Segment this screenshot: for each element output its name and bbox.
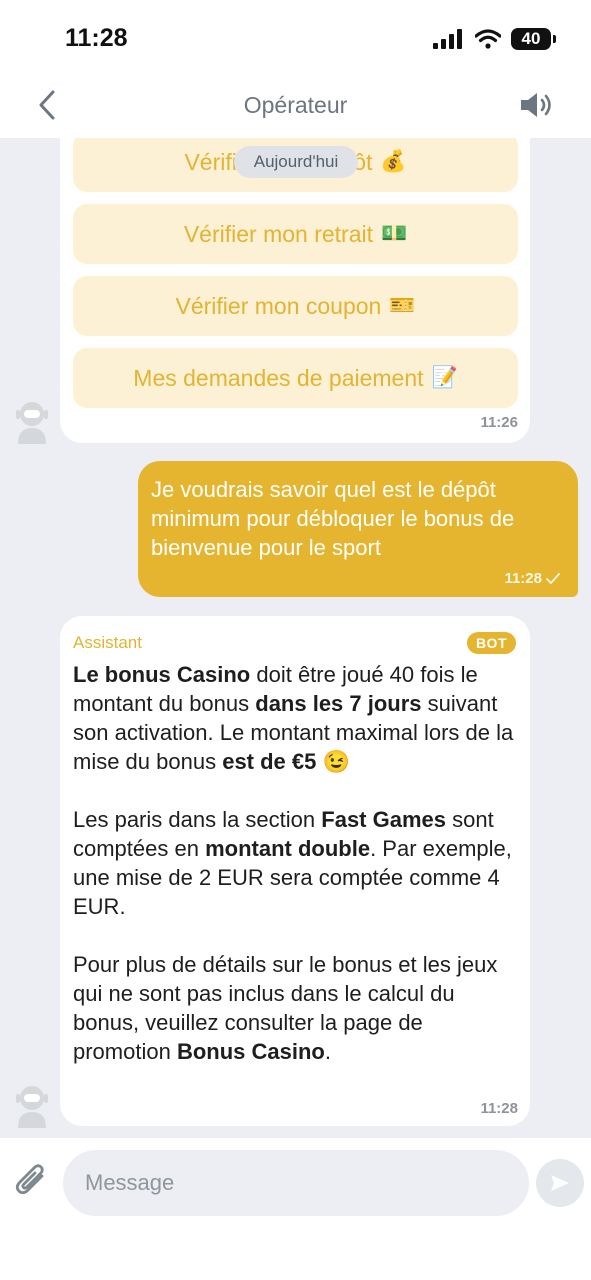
status-bar: 11:28 40 <box>0 0 591 80</box>
send-icon <box>551 1175 569 1191</box>
bot-badge: BOT <box>466 632 516 654</box>
user-message-text: Je voudrais savoir quel est le dépôt min… <box>151 477 515 560</box>
text-segment: 😉 <box>316 749 350 774</box>
nav-bar: Opérateur <box>0 80 591 138</box>
text-segment: . <box>324 1039 331 1064</box>
status-time: 11:28 <box>65 24 128 52</box>
bold-text: dans les 7 jours <box>255 691 422 716</box>
message-time: 11:28 <box>480 1100 518 1117</box>
bold-text: Le bonus Casino <box>73 662 251 687</box>
message-time: 11:26 <box>480 414 518 431</box>
money-bag-icon: 💰 <box>380 150 407 173</box>
sound-toggle-button[interactable] <box>517 88 557 122</box>
message-time: 11:28 <box>504 570 542 587</box>
button-label: Vérifier mon retrait <box>183 220 373 247</box>
bot-message-bubble: Assistant BOT Le bonus Casino doit être … <box>60 616 530 1126</box>
check-icon <box>546 572 560 584</box>
bold-text: Fast Games <box>321 807 446 832</box>
payment-requests-button[interactable]: Mes demandes de paiement 📝 <box>73 348 518 408</box>
bold-text: montant double <box>205 836 371 861</box>
user-message-status: 11:28 <box>504 570 560 587</box>
bot-avatar-icon <box>16 402 48 444</box>
day-separator: Aujourd'hui <box>234 146 358 178</box>
user-message-bubble: Je voudrais savoir quel est le dépôt min… <box>138 461 578 597</box>
text-segment: Les paris dans la section <box>73 807 322 832</box>
wifi-icon <box>475 29 501 49</box>
verify-withdrawal-button[interactable]: Vérifier mon retrait 💵 <box>73 204 518 264</box>
battery-indicator: 40 <box>511 28 556 50</box>
message-input[interactable] <box>63 1150 529 1216</box>
signal-icon <box>433 29 462 49</box>
banknote-icon: 💵 <box>381 222 408 245</box>
button-label: Vérifier mon coupon <box>175 292 382 319</box>
chat-area[interactable]: Vérifier mon dépôt 💰 Vérifier mon retrai… <box>0 138 591 1138</box>
bot-avatar-icon <box>16 1086 48 1128</box>
attach-button[interactable] <box>12 1160 52 1204</box>
bot-message-text: Le bonus Casino doit être joué 40 fois l… <box>73 660 516 1066</box>
bold-text: Bonus Casino <box>176 1039 325 1064</box>
status-icons: 40 <box>433 28 556 50</box>
ticket-icon: 🎫 <box>389 294 416 317</box>
quick-buttons-message: Vérifier mon dépôt 💰 Vérifier mon retrai… <box>60 138 530 443</box>
sender-name: Assistant <box>73 633 142 652</box>
memo-icon: 📝 <box>431 366 458 389</box>
paragraph-3: Pour plus de détails sur le bonus et les… <box>73 950 516 1066</box>
bot-message-header: Assistant BOT <box>73 632 516 654</box>
page-title: Opérateur <box>243 92 348 118</box>
message-input-bar <box>0 1138 591 1280</box>
button-label: Mes demandes de paiement <box>133 364 424 391</box>
bold-text: est de €5 <box>222 749 317 774</box>
paragraph-2: Les paris dans la section Fast Games son… <box>73 805 516 921</box>
verify-coupon-button[interactable]: Vérifier mon coupon 🎫 <box>73 276 518 336</box>
speaker-icon <box>521 93 551 117</box>
paperclip-icon <box>15 1164 44 1195</box>
send-button[interactable] <box>536 1159 584 1207</box>
paragraph-1: Le bonus Casino doit être joué 40 fois l… <box>73 660 516 776</box>
